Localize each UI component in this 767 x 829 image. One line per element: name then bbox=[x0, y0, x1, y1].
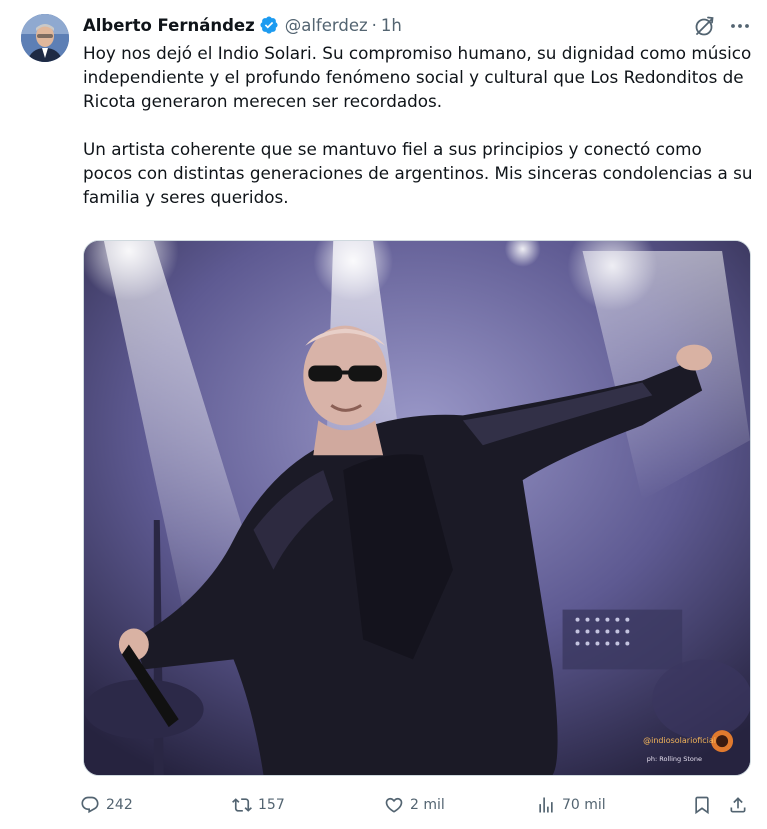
share-icon bbox=[728, 795, 748, 815]
reply-button[interactable]: 242 bbox=[80, 792, 133, 818]
tweet-timestamp[interactable]: 1h bbox=[381, 16, 402, 35]
reply-icon bbox=[80, 795, 100, 815]
views-button[interactable]: 70 mil bbox=[536, 792, 606, 818]
tweet-card[interactable]: Alberto Fernández @alferdez · 1h Hoy nos… bbox=[0, 0, 767, 829]
like-count: 2 mil bbox=[410, 797, 445, 813]
action-bar: 242 157 2 mil 70 mil bbox=[78, 792, 758, 818]
reply-count: 242 bbox=[106, 797, 133, 813]
bookmark-icon bbox=[692, 795, 712, 815]
tweet-photo[interactable]: @indiosolarioficial ph: Rolling Stone bbox=[83, 240, 751, 776]
more-options-icon[interactable] bbox=[728, 14, 752, 38]
bookmark-button[interactable] bbox=[692, 792, 712, 818]
verified-badge-icon[interactable] bbox=[259, 15, 279, 35]
views-icon bbox=[536, 795, 556, 815]
photo-watermark-credit: ph: Rolling Stone bbox=[646, 755, 702, 763]
tweet-text: Hoy nos dejó el Indio Solari. Su comprom… bbox=[83, 41, 755, 209]
heart-icon bbox=[384, 795, 404, 815]
author-name[interactable]: Alberto Fernández bbox=[83, 16, 255, 35]
views-count: 70 mil bbox=[562, 797, 606, 813]
repost-button[interactable]: 157 bbox=[232, 792, 285, 818]
share-button[interactable] bbox=[728, 792, 748, 818]
avatar[interactable] bbox=[21, 14, 69, 62]
repost-count: 157 bbox=[258, 797, 285, 813]
tweet-header: Alberto Fernández @alferdez · 1h bbox=[83, 14, 402, 36]
author-handle[interactable]: @alferdez bbox=[285, 16, 368, 35]
grok-icon[interactable] bbox=[692, 14, 716, 38]
separator-dot: · bbox=[371, 15, 377, 35]
tweet-paragraph: Un artista coherente que se mantuvo fiel… bbox=[83, 139, 753, 207]
photo-watermark: @indiosolarioficial bbox=[643, 736, 716, 745]
tweet-paragraph: Hoy nos dejó el Indio Solari. Su comprom… bbox=[83, 43, 752, 111]
repost-icon bbox=[232, 795, 252, 815]
like-button[interactable]: 2 mil bbox=[384, 792, 445, 818]
